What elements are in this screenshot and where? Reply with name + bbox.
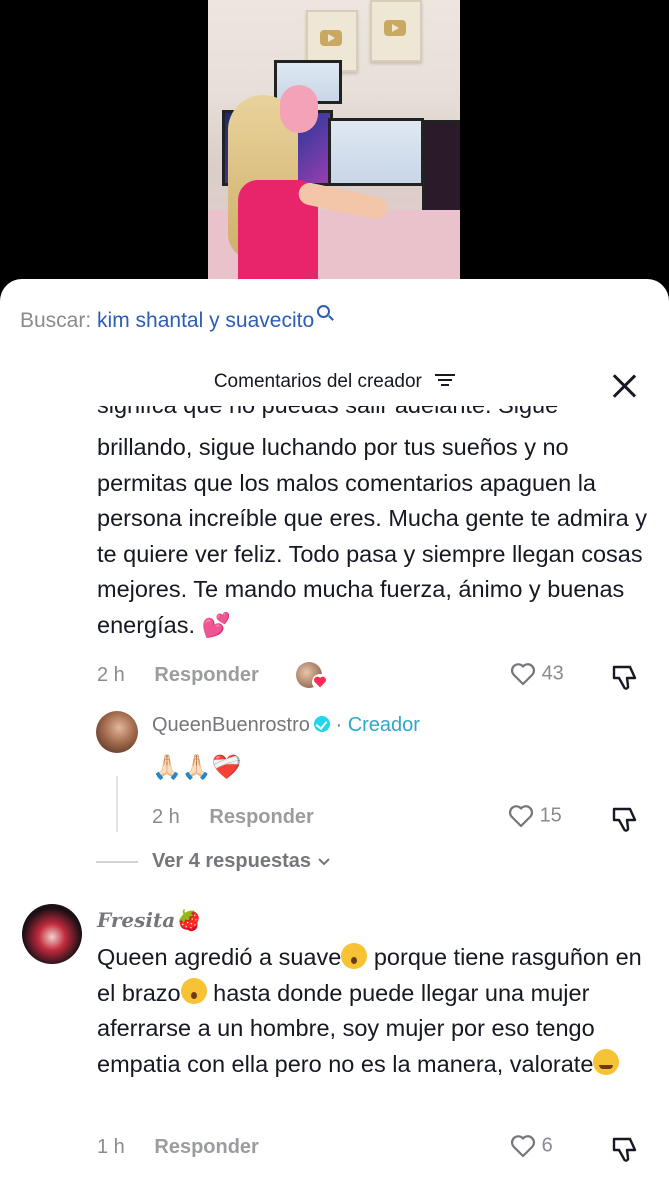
comment-list[interactable]: signifca que no puedas salir adelante. S… <box>0 406 669 1200</box>
dislike-icon[interactable] <box>610 1134 640 1164</box>
like-button[interactable]: 15 <box>508 804 562 828</box>
heart-icon[interactable] <box>510 1134 536 1158</box>
like-button[interactable]: 43 <box>510 662 564 686</box>
comment-text: Queen agredió a suave porque tiene rasgu… <box>97 940 657 1082</box>
dislike-icon[interactable] <box>610 662 640 692</box>
comment-partial-line: signifca que no puedas salir adelante. S… <box>97 406 657 424</box>
avatar[interactable] <box>96 711 138 753</box>
reply-text: 🙏🏻🙏🏻❤️‍🩹 <box>152 754 242 781</box>
panel-header: Comentarios del creador <box>0 371 669 393</box>
creator-badge: Creador <box>347 714 420 736</box>
divider <box>96 861 138 863</box>
comment-author[interactable]: Fresita🍓 <box>97 908 200 932</box>
comment-time: 2 h <box>97 664 125 686</box>
reply-button[interactable]: Responder <box>154 664 258 686</box>
dislike-icon[interactable] <box>610 804 640 834</box>
reply-button[interactable]: Responder <box>209 806 313 828</box>
heart-icon[interactable] <box>510 662 536 686</box>
like-count: 6 <box>541 1134 553 1157</box>
comment-time: 1 h <box>97 1136 125 1158</box>
panel-title: Comentarios del creador <box>213 371 422 392</box>
award-plaque <box>370 0 422 62</box>
reply-author-line[interactable]: QueenBuenrostro · Creador <box>152 714 420 737</box>
surprised-emoji-icon <box>180 978 207 1005</box>
heart-icon[interactable] <box>508 804 534 828</box>
verified-icon <box>313 715 330 732</box>
reply-author[interactable]: QueenBuenrostro <box>152 714 310 736</box>
surprised-emoji-icon <box>341 942 368 969</box>
search-label: Buscar: <box>20 309 92 332</box>
avatar[interactable] <box>22 904 82 964</box>
view-replies-label[interactable]: Ver 4 respuestas <box>152 850 311 872</box>
like-count: 43 <box>541 662 564 685</box>
close-icon[interactable] <box>611 373 637 399</box>
filter-icon[interactable] <box>435 373 456 387</box>
reply-button[interactable]: Responder <box>154 1136 258 1158</box>
reply-time: 2 h <box>152 806 180 828</box>
comment-text-part: Queen agredió a suave <box>97 944 342 970</box>
separator: · <box>335 714 343 736</box>
view-replies-button[interactable]: Ver 4 respuestas <box>152 850 331 873</box>
like-button[interactable]: 6 <box>510 1134 553 1158</box>
comment-meta: 1 h Responder <box>97 1136 259 1159</box>
thread-line <box>116 776 118 832</box>
video-preview[interactable] <box>208 0 460 300</box>
search-query[interactable]: kim shantal y suavecito <box>97 309 314 332</box>
comment-meta: 2 h Responder <box>97 664 259 687</box>
comment-text: brillando, sigue luchando por tus sueños… <box>97 434 647 638</box>
search-suggestion[interactable]: Buscar: kim shantal y suavecito <box>20 305 331 333</box>
like-count: 15 <box>539 804 562 827</box>
creator-liked-heart-icon <box>312 674 328 690</box>
search-icon[interactable] <box>317 305 331 318</box>
headphones <box>280 85 318 133</box>
reply-meta: 2 h Responder <box>152 806 314 829</box>
pleading-emoji-icon <box>593 1049 620 1076</box>
monitor <box>328 118 424 186</box>
chevron-down-icon[interactable] <box>317 857 331 867</box>
